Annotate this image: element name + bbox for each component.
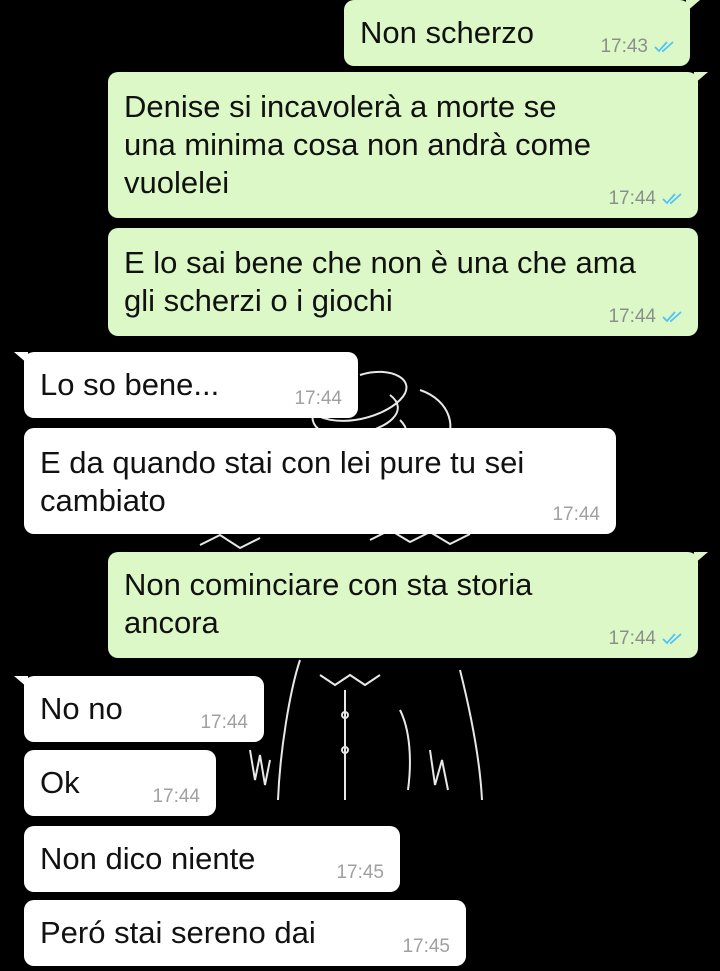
message-time: 17:44 [200,712,248,733]
message-bubble-outgoing[interactable]: Non scherzo 17:43 [344,0,700,66]
bubble-tail-icon [694,552,708,564]
bubble-tail-icon [686,0,700,12]
double-check-read-icon [654,41,674,53]
bubble-tail-icon [14,352,28,364]
message-bubble-outgoing[interactable]: Denise si incavolerà a morte se una mini… [108,72,708,218]
message-bubble-incoming[interactable]: Peró stai sereno dai 17:45 [24,900,466,966]
message-bubble-outgoing[interactable]: Non cominciare con sta storia ancora 17:… [108,552,708,658]
message-bubble-outgoing[interactable]: E lo sai bene che non è una che ama gli … [108,228,698,336]
bubble-tail-icon [694,72,708,84]
bubble-tail-icon [14,676,28,688]
message-text: Non scherzo [360,15,535,50]
message-meta: 17:44 [294,388,342,410]
message-text: Peró stai sereno dai [40,915,316,950]
message-bubble-incoming[interactable]: E da quando stai con lei pure tu sei cam… [24,428,616,534]
message-time: 17:44 [552,504,600,525]
message-time: 17:44 [294,388,342,409]
message-text: Ok [40,765,80,800]
message-bubble-incoming[interactable]: Ok 17:44 [24,750,216,816]
message-meta: 17:44 [608,628,684,650]
message-meta: 17:44 [608,306,684,328]
message-meta: 17:45 [402,936,450,958]
message-text: Denise si incavolerà a morte se una mini… [124,89,591,200]
message-text: Non cominciare con sta storia ancora [124,567,533,640]
double-check-read-icon [662,633,682,645]
message-time: 17:43 [600,36,648,57]
message-time: 17:45 [402,936,450,957]
message-text: Non dico niente [40,841,256,876]
message-bubble-incoming[interactable]: No no 17:44 [14,676,264,742]
message-time: 17:44 [608,306,656,327]
message-meta: 17:44 [552,504,600,526]
double-check-read-icon [662,311,682,323]
message-text: E da quando stai con lei pure tu sei cam… [40,445,525,518]
message-text: No no [40,691,123,726]
message-time: 17:45 [336,862,384,883]
message-meta: 17:44 [152,786,200,808]
message-text: E lo sai bene che non è una che ama gli … [124,245,636,318]
message-meta: 17:45 [336,862,384,884]
message-time: 17:44 [608,628,656,649]
message-bubble-incoming[interactable]: Lo so bene... 17:44 [14,352,358,418]
message-time: 17:44 [152,786,200,807]
message-meta: 17:44 [608,188,684,210]
double-check-read-icon [662,193,682,205]
message-bubble-incoming[interactable]: Non dico niente 17:45 [24,826,400,892]
message-meta: 17:44 [200,712,248,734]
message-meta: 17:43 [600,36,676,58]
message-text: Lo so bene... [40,367,220,402]
message-time: 17:44 [608,188,656,209]
